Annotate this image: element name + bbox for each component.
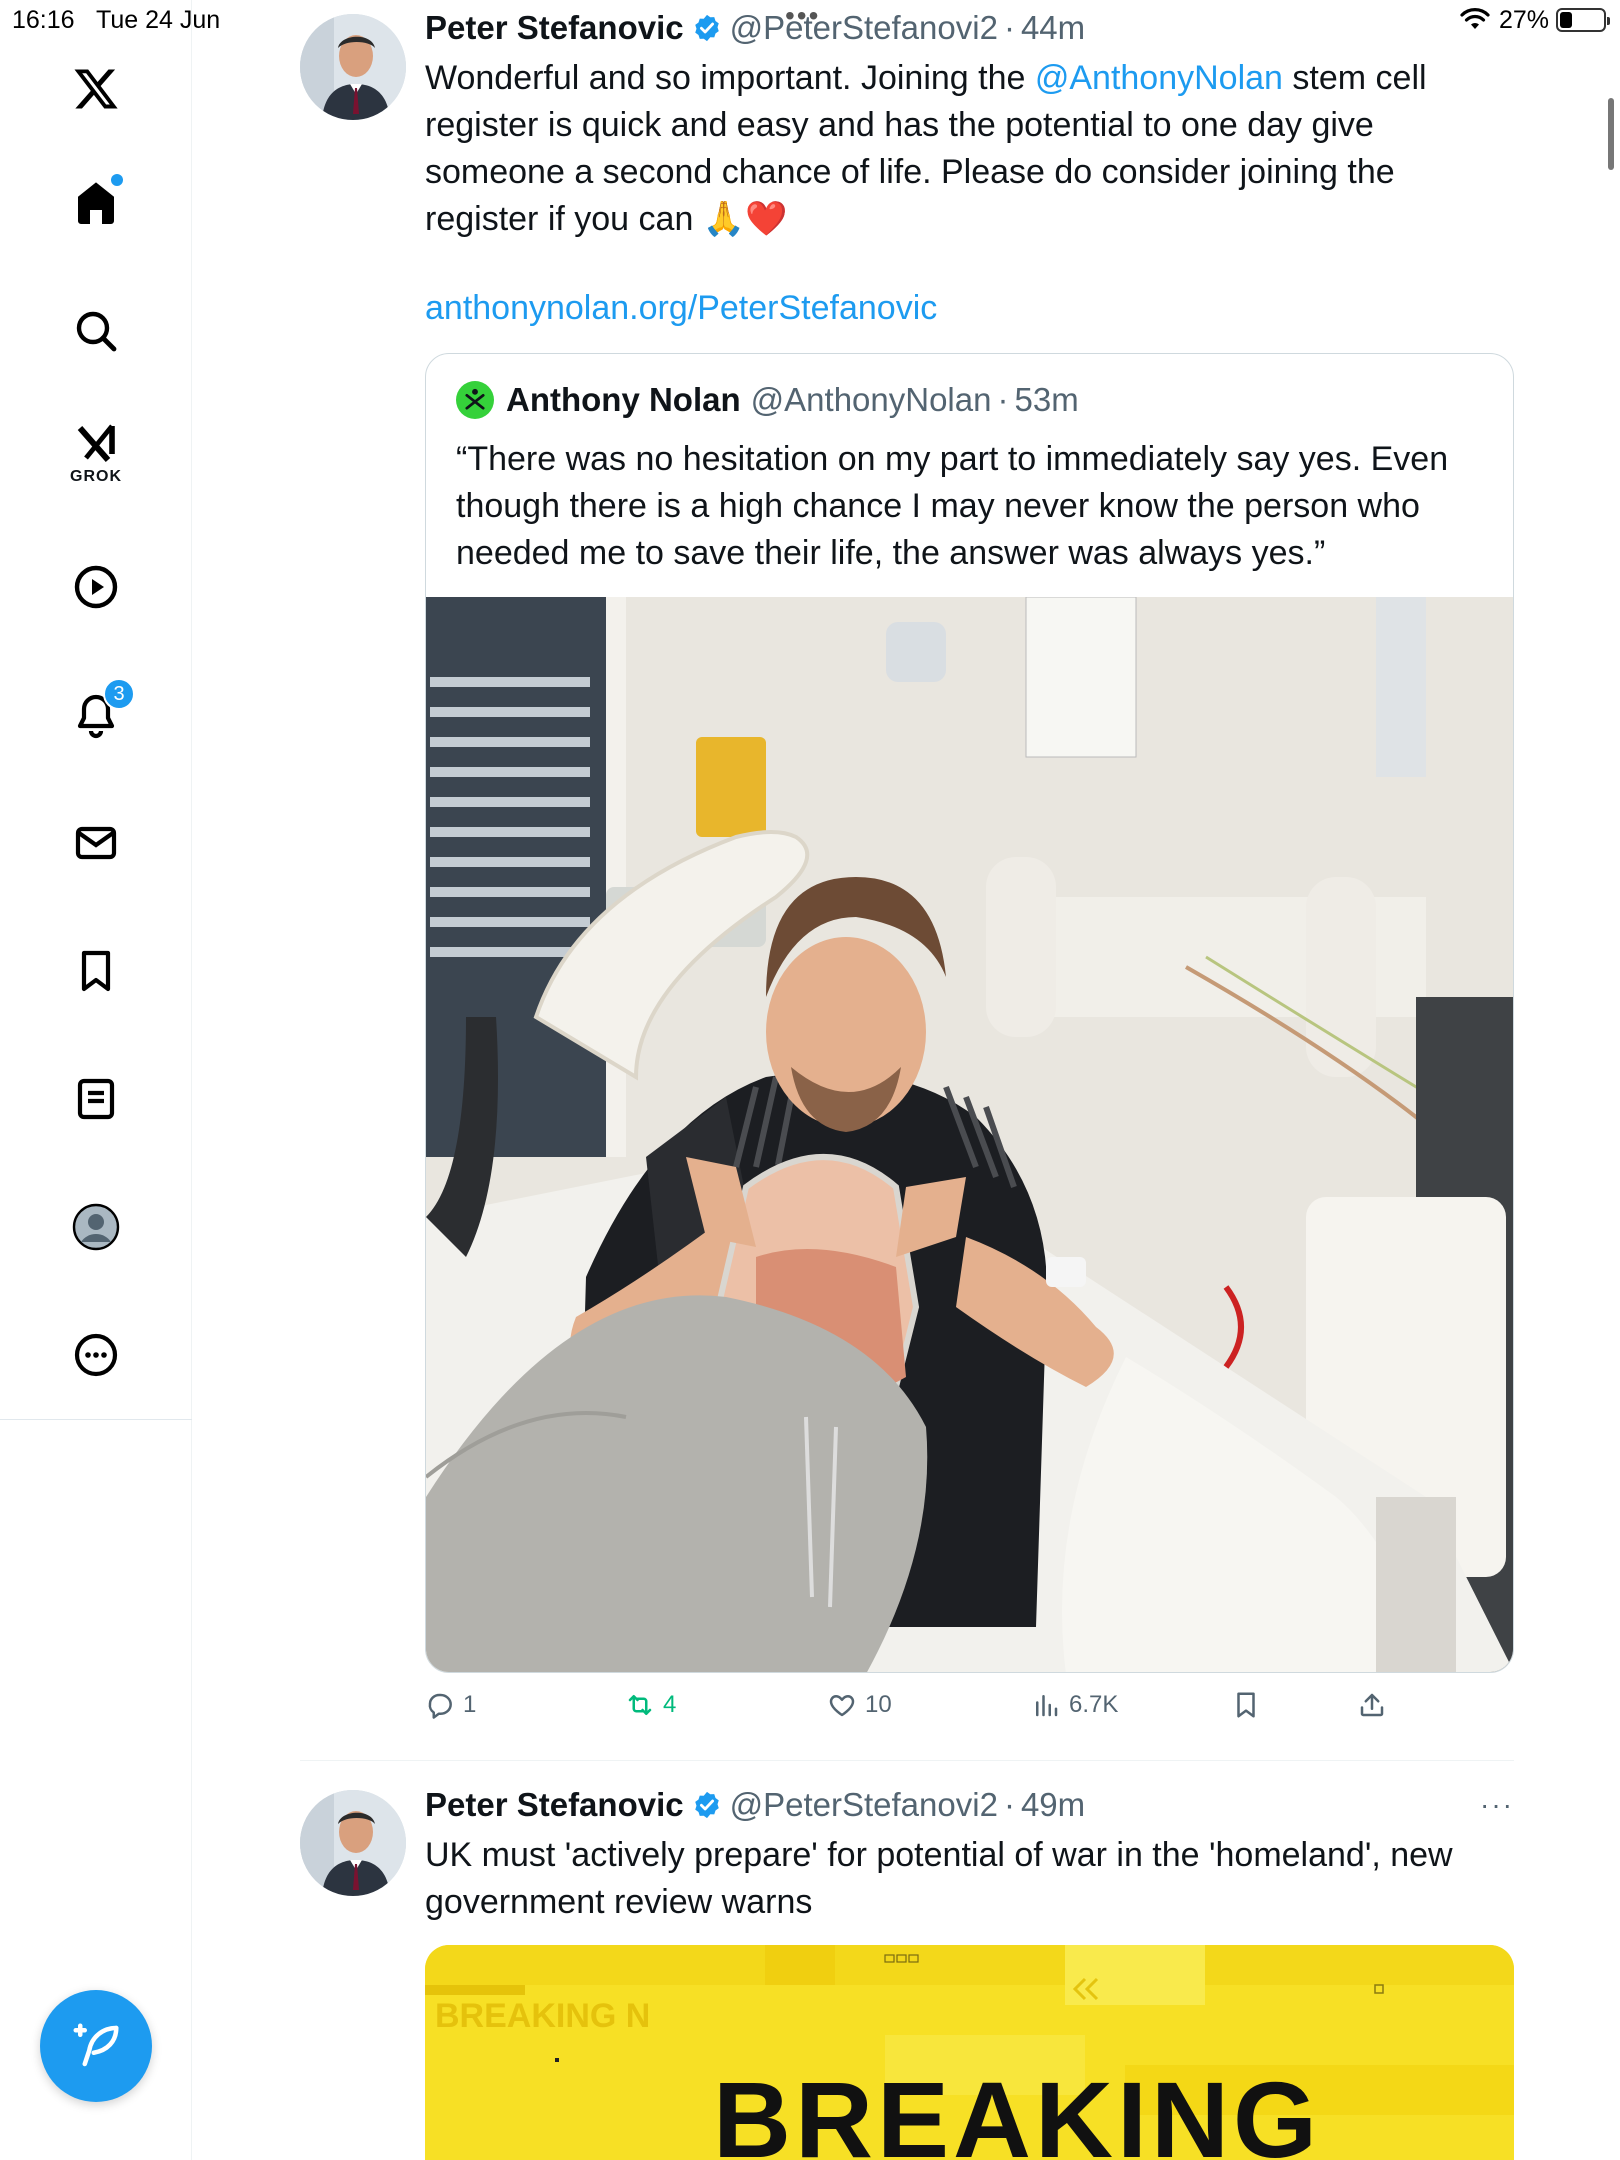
author-handle[interactable]: @PeterStefanovi2 — [730, 1786, 998, 1824]
tweet-header: Peter Stefanovic @PeterStefanovi2 · 44m — [425, 8, 1085, 48]
home-unread-dot — [111, 174, 123, 186]
breaking-text: BREAKING — [713, 2059, 1321, 2160]
notifications-badge: 3 — [103, 678, 135, 710]
quote-tweet-card[interactable]: Anthony Nolan @AnthonyNolan · 53m “There… — [425, 353, 1514, 1673]
tweet-text-before: Wonderful and so important. Joining the — [425, 59, 1035, 97]
compose-button[interactable] — [40, 1990, 152, 2102]
mention-link[interactable]: @AnthonyNolan — [1035, 59, 1283, 97]
repost-icon — [628, 1695, 652, 1715]
compose-feather-icon — [73, 2023, 119, 2067]
repost-count: 4 — [663, 1691, 677, 1718]
repost-button[interactable]: 4 — [625, 1690, 676, 1720]
sidebar: GROK 3 — [0, 0, 192, 2160]
grok-icon[interactable]: GROK — [55, 410, 137, 492]
bookmarks-icon[interactable] — [55, 930, 137, 1012]
author-handle[interactable]: @PeterStefanovi2 — [730, 9, 998, 47]
verified-badge-icon — [692, 1790, 722, 1820]
profile-icon[interactable] — [55, 1186, 137, 1268]
quote-time[interactable]: 53m — [1014, 381, 1078, 419]
header-separator: · — [1003, 1786, 1015, 1823]
x-logo-icon[interactable] — [55, 48, 137, 130]
external-link[interactable]: anthonynolan.org/PeterStefanovic — [425, 289, 937, 327]
views-chart-icon — [1036, 1695, 1058, 1717]
verified-badge-icon — [692, 13, 722, 43]
grok-label: GROK — [70, 468, 122, 485]
tweet-divider — [300, 1760, 1514, 1761]
sidebar-divider — [0, 1419, 192, 1420]
bookmark-icon — [1237, 1692, 1255, 1718]
breaking-faded-text: BREAKING N — [435, 1997, 650, 2035]
author-name[interactable]: Peter Stefanovic — [425, 9, 684, 47]
bookmark-button[interactable] — [1231, 1690, 1269, 1720]
share-icon — [1360, 1693, 1384, 1717]
quote-author-handle[interactable]: @AnthonyNolan — [751, 381, 992, 419]
like-button[interactable]: 10 — [827, 1690, 892, 1720]
avatar[interactable] — [300, 14, 406, 120]
more-options-icon[interactable]: ··· — [1480, 1789, 1514, 1821]
like-count: 10 — [865, 1691, 892, 1718]
quote-header-separator: · — [997, 381, 1009, 418]
quote-author-name[interactable]: Anthony Nolan — [506, 381, 741, 419]
home-icon[interactable] — [55, 162, 137, 244]
tweet-link-line: anthonynolan.org/PeterStefanovic — [425, 285, 1514, 332]
quote-avatar[interactable] — [456, 381, 494, 419]
tweet-text: UK must 'actively prepare' for potential… — [425, 1836, 1453, 1921]
tweet-header: Peter Stefanovic @PeterStefanovi2 · 49m — [425, 1785, 1085, 1825]
notifications-icon[interactable]: 3 — [55, 674, 137, 756]
more-icon[interactable] — [55, 1314, 137, 1396]
quote-text: “There was no hesitation on my part to i… — [456, 440, 1449, 572]
tweet-card[interactable]: Peter Stefanovic @PeterStefanovi2 · 49m … — [300, 1775, 1514, 2160]
reply-icon — [428, 1693, 452, 1719]
share-button[interactable] — [1357, 1690, 1395, 1720]
tweet-time[interactable]: 44m — [1021, 9, 1085, 47]
tweet-text: Wonderful and so important. Joining the … — [425, 55, 1514, 243]
reply-button[interactable]: 1 — [425, 1690, 476, 1720]
quote-photo[interactable] — [426, 596, 1513, 1672]
anthony-nolan-logo-icon — [465, 388, 485, 410]
wifi-icon — [1460, 7, 1490, 38]
header-separator: · — [1003, 9, 1015, 46]
avatar[interactable] — [300, 1790, 406, 1896]
search-icon[interactable] — [55, 290, 137, 372]
scroll-indicator[interactable] — [1608, 98, 1614, 170]
author-name[interactable]: Peter Stefanovic — [425, 1786, 684, 1824]
tweet-actions: 1 4 10 6.7K — [425, 1690, 1425, 1730]
quote-header: Anthony Nolan @AnthonyNolan · 53m — [456, 380, 1079, 420]
battery-icon — [1556, 8, 1610, 32]
lists-icon[interactable] — [55, 1058, 137, 1140]
messages-icon[interactable] — [55, 802, 137, 884]
battery-percent: 27% — [1499, 6, 1550, 34]
tweet-image[interactable]: BREAKING N BREAKING — [425, 1945, 1514, 2160]
video-play-icon[interactable] — [55, 546, 137, 628]
heart-icon — [829, 1695, 855, 1717]
tweet-time[interactable]: 49m — [1021, 1786, 1085, 1824]
views-count: 6.7K — [1069, 1691, 1119, 1718]
reply-count: 1 — [463, 1691, 477, 1718]
views-button[interactable]: 6.7K — [1031, 1690, 1118, 1720]
